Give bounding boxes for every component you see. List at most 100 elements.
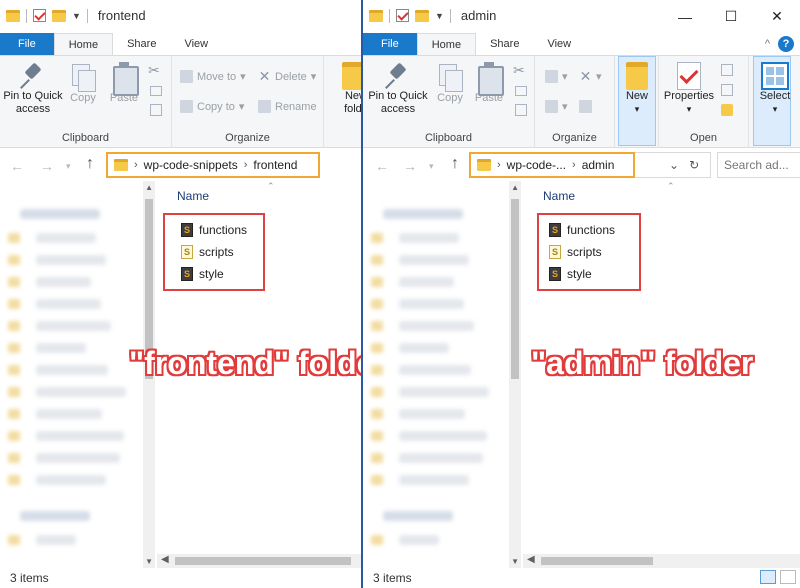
delete-button[interactable]: ✕ Delete ▾ <box>258 69 317 83</box>
nav-item-blurred[interactable] <box>36 365 108 375</box>
nav-item-blurred[interactable] <box>399 387 489 397</box>
file-name[interactable]: style <box>199 267 224 281</box>
move-to-button[interactable]: ▾ <box>545 70 568 83</box>
recent-dropdown-icon[interactable]: ▾ <box>429 161 434 172</box>
new-button[interactable]: New ▾ <box>621 62 653 116</box>
forward-arrow-icon[interactable]: → <box>403 158 417 174</box>
paste-shortcut-icon[interactable] <box>515 104 527 116</box>
list-item[interactable]: S scripts <box>549 241 639 263</box>
copy-path-icon[interactable] <box>515 86 527 96</box>
list-item[interactable]: S style <box>181 263 263 285</box>
chevron-right-icon[interactable]: › <box>497 159 501 171</box>
tab-home[interactable]: Home <box>53 33 114 55</box>
close-button[interactable]: ✕ <box>754 0 800 33</box>
scroll-thumb[interactable] <box>175 557 351 565</box>
list-item[interactable]: S style <box>549 263 639 285</box>
scroll-thumb[interactable] <box>511 199 519 379</box>
nav-item-blurred[interactable] <box>399 277 454 287</box>
list-item[interactable]: S scripts <box>181 241 263 263</box>
nav-item-blurred[interactable] <box>399 365 471 375</box>
move-to-button[interactable]: Move to ▾ <box>180 70 246 83</box>
nav-item-blurred[interactable] <box>36 453 120 463</box>
rename-button[interactable]: Rename <box>258 100 317 113</box>
breadcrumb-item[interactable]: wp-code-... <box>507 158 566 172</box>
nav-item-blurred[interactable] <box>36 535 76 545</box>
tab-view[interactable]: View <box>170 33 222 55</box>
file-name[interactable]: functions <box>567 223 615 237</box>
file-name[interactable]: functions <box>199 223 247 237</box>
recent-dropdown-icon[interactable]: ▾ <box>66 161 71 172</box>
new-folder-qat-icon[interactable] <box>52 9 66 22</box>
breadcrumb-item[interactable]: admin <box>582 158 615 172</box>
column-header-name[interactable]: Name <box>543 189 575 203</box>
tab-home[interactable]: Home <box>416 33 477 55</box>
scroll-down-icon[interactable]: ▼ <box>145 557 153 566</box>
nav-item-blurred[interactable] <box>36 387 126 397</box>
scroll-left-icon[interactable]: ◀ <box>527 554 535 565</box>
nav-item-blurred[interactable] <box>399 409 465 419</box>
chevron-right-icon[interactable]: › <box>572 159 576 171</box>
delete-button[interactable]: ✕ ▾ <box>579 69 602 83</box>
open-icon[interactable] <box>721 64 733 76</box>
nav-item-blurred[interactable] <box>399 431 487 441</box>
copy-to-button[interactable]: Copy to ▾ <box>180 100 244 113</box>
rename-button[interactable] <box>579 100 592 113</box>
address-dropdown-icon[interactable]: ⌄ <box>669 158 679 172</box>
minimize-button[interactable]: — <box>662 0 708 33</box>
nav-item-blurred[interactable] <box>36 321 111 331</box>
list-item[interactable]: S functions <box>181 219 263 241</box>
file-name[interactable]: scripts <box>567 245 602 259</box>
properties-check-icon[interactable] <box>396 9 409 22</box>
nav-item-blurred[interactable] <box>399 343 449 353</box>
back-arrow-icon[interactable]: ← <box>375 158 389 174</box>
file-content-area[interactable]: ⌃ Name S functions S scripts S style "ad… <box>523 181 800 568</box>
tab-file[interactable]: File <box>363 33 417 55</box>
chevron-right-icon[interactable]: › <box>134 159 138 171</box>
new-folder-button[interactable]: New folde <box>336 62 362 116</box>
collapse-ribbon-icon[interactable]: ^ <box>765 38 770 50</box>
scroll-left-icon[interactable]: ◀ <box>161 554 169 565</box>
tab-share[interactable]: Share <box>476 33 533 55</box>
select-button[interactable]: Select ▾ <box>757 62 793 116</box>
nav-item-blurred[interactable] <box>36 475 106 485</box>
forward-arrow-icon[interactable]: → <box>40 158 54 174</box>
file-content-area[interactable]: ⌃ Name S functions S scripts S style "fr… <box>129 181 362 568</box>
navigation-pane[interactable]: ▲ ▼ <box>363 181 521 568</box>
horizontal-scrollbar[interactable]: ◀ <box>523 554 800 568</box>
nav-item-blurred[interactable] <box>399 453 483 463</box>
nav-item-blurred[interactable] <box>36 409 102 419</box>
list-item[interactable]: S functions <box>549 219 639 241</box>
back-arrow-icon[interactable]: ← <box>10 158 24 174</box>
nav-item-blurred[interactable] <box>383 209 463 219</box>
nav-item-blurred[interactable] <box>36 233 96 243</box>
nav-item-blurred[interactable] <box>36 255 106 265</box>
file-name[interactable]: scripts <box>199 245 234 259</box>
nav-item-blurred[interactable] <box>399 535 439 545</box>
large-icons-view-icon[interactable] <box>780 570 796 584</box>
tab-file[interactable]: File <box>0 33 54 55</box>
copy-path-icon[interactable] <box>150 86 162 96</box>
nav-item-blurred[interactable] <box>399 233 459 243</box>
nav-item-blurred[interactable] <box>383 511 453 521</box>
scroll-thumb[interactable] <box>541 557 653 565</box>
nav-item-blurred[interactable] <box>399 321 474 331</box>
tab-view[interactable]: View <box>533 33 585 55</box>
tab-share[interactable]: Share <box>113 33 170 55</box>
nav-item-blurred[interactable] <box>399 255 469 265</box>
breadcrumb-item[interactable]: wp-code-snippets <box>144 158 238 172</box>
refresh-icon[interactable]: ↻ <box>689 158 699 172</box>
pin-quick-access-button[interactable]: Pin to Quick access <box>2 62 64 116</box>
address-bar[interactable]: › wp-code-... › admin <box>469 152 635 178</box>
scroll-up-icon[interactable]: ▲ <box>511 183 519 192</box>
horizontal-scrollbar[interactable]: ◀ <box>157 554 362 568</box>
up-arrow-icon[interactable]: ↑ <box>86 155 94 173</box>
edit-icon[interactable] <box>721 84 733 96</box>
history-icon[interactable] <box>721 104 733 116</box>
file-name[interactable]: style <box>567 267 592 281</box>
chevron-right-icon[interactable]: › <box>244 159 248 171</box>
nav-item-blurred[interactable] <box>36 277 91 287</box>
nav-item-blurred[interactable] <box>399 299 464 309</box>
details-view-icon[interactable] <box>760 570 776 584</box>
properties-button[interactable]: Properties ▾ <box>661 62 717 116</box>
nav-item-blurred[interactable] <box>399 475 469 485</box>
